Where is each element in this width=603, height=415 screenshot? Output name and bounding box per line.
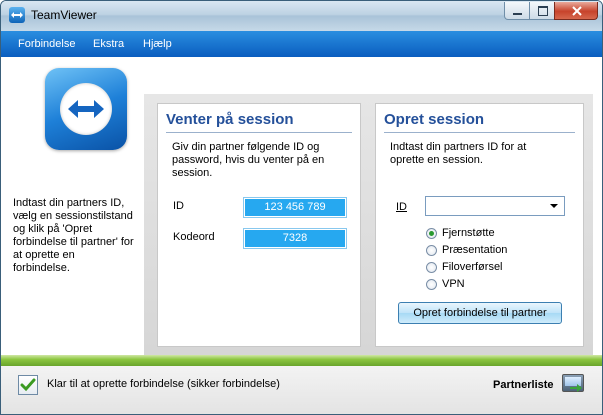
- window-title: TeamViewer: [31, 8, 97, 22]
- teamviewer-window: TeamViewer Forbindelse Ekstra Hjælp Indt…: [0, 0, 603, 415]
- status-text: Klar til at oprette forbindelse (sikker …: [47, 378, 280, 390]
- password-label: Kodeord: [173, 231, 215, 243]
- main-area: Indtast din partners ID, vælg en session…: [1, 57, 602, 355]
- waiting-description: Giv din partner følgende ID og password,…: [172, 141, 325, 179]
- close-button[interactable]: [554, 2, 598, 20]
- title-bar[interactable]: TeamViewer: [1, 1, 602, 31]
- menu-ekstra[interactable]: Ekstra: [93, 38, 124, 50]
- status-bar: Klar til at oprette forbindelse (sikker …: [1, 366, 602, 414]
- maximize-icon: [538, 6, 548, 16]
- waiting-session-panel: Venter på session Giv din partner følgen…: [157, 103, 361, 347]
- status-divider: [1, 355, 602, 366]
- mode-label: VPN: [442, 278, 465, 290]
- my-id-value: 123 456 789: [243, 197, 347, 218]
- divider: [384, 132, 575, 133]
- create-session-panel: Opret session Indtast din partners ID fo…: [375, 103, 584, 347]
- partner-list-icon[interactable]: [562, 374, 584, 392]
- menu-bar: Forbindelse Ekstra Hjælp: [1, 31, 602, 57]
- waiting-panel-title: Venter på session: [166, 111, 294, 128]
- maximize-button[interactable]: [529, 2, 555, 20]
- close-icon: [572, 6, 582, 16]
- mode-label: Filoverførsel: [442, 261, 503, 273]
- minimize-button[interactable]: [504, 2, 530, 20]
- chevron-down-icon[interactable]: [550, 204, 558, 208]
- partner-id-label: ID: [396, 201, 407, 213]
- teamviewer-logo-icon: [45, 68, 127, 150]
- create-panel-title: Opret session: [384, 111, 485, 128]
- partner-id-input[interactable]: [425, 196, 565, 216]
- menu-hjaelp[interactable]: Hjælp: [143, 38, 172, 50]
- instructions-text: Indtast din partners ID, vælg en session…: [13, 197, 134, 274]
- mode-label: Fjernstøtte: [442, 227, 495, 239]
- radio-button[interactable]: [426, 228, 437, 239]
- password-value: 7328: [243, 228, 347, 249]
- radio-button[interactable]: [426, 262, 437, 273]
- divider: [166, 132, 352, 133]
- radio-selected-dot: [429, 231, 434, 236]
- radio-button[interactable]: [426, 245, 437, 256]
- my-id-label: ID: [173, 200, 184, 212]
- connect-to-partner-button[interactable]: Opret forbindelse til partner: [398, 302, 562, 324]
- menu-forbindelse[interactable]: Forbindelse: [18, 38, 75, 50]
- mode-label: Præsentation: [442, 244, 508, 256]
- check-icon: [18, 375, 38, 395]
- create-description: Indtast din partners ID for at oprette e…: [390, 141, 527, 166]
- partner-list-label[interactable]: Partnerliste: [493, 379, 554, 391]
- teamviewer-app-icon: [9, 7, 25, 23]
- radio-button[interactable]: [426, 279, 437, 290]
- minimize-icon: [513, 13, 522, 15]
